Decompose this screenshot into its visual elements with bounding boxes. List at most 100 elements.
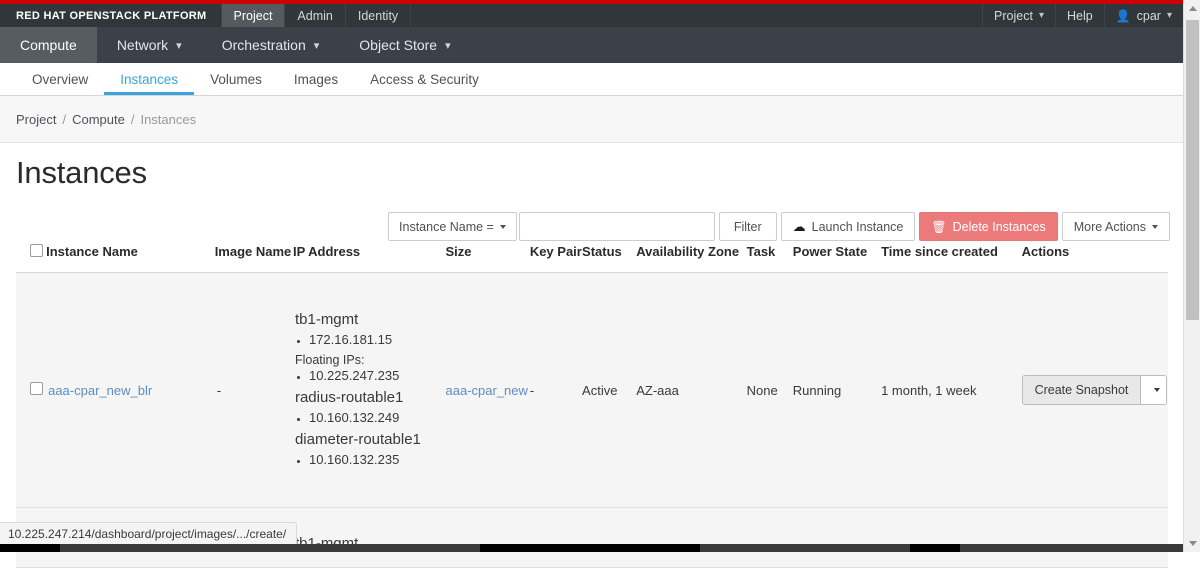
taskbar-segment bbox=[60, 544, 480, 552]
row-action-split-button: Create Snapshot bbox=[1022, 375, 1168, 405]
filter-button[interactable]: Filter bbox=[719, 212, 777, 241]
key-pair-value: - bbox=[530, 383, 534, 398]
breadcrumb: Project / Compute / Instances bbox=[0, 96, 1183, 143]
header-time-since-created[interactable]: Time since created bbox=[881, 244, 1022, 273]
time-since-created-value: 1 month, 1 week bbox=[881, 383, 976, 398]
table-row: aaa-cpar_new_blr - tb1-mgmt 172.16.181.1… bbox=[16, 273, 1168, 508]
cell-status bbox=[582, 508, 636, 568]
ip-list: 10.160.132.249 bbox=[293, 410, 446, 425]
scroll-down-button[interactable] bbox=[1184, 535, 1200, 552]
header-instance-name[interactable]: Instance Name bbox=[46, 244, 215, 273]
table-header: Instance Name Image Name IP Address Size… bbox=[16, 244, 1168, 273]
header-image-name[interactable]: Image Name bbox=[215, 244, 293, 273]
topnav-item-identity[interactable]: Identity bbox=[345, 4, 410, 27]
instances-table: Instance Name Image Name IP Address Size… bbox=[16, 244, 1168, 568]
tab-images[interactable]: Images bbox=[278, 63, 354, 95]
status-bar-url: 10.225.247.214/dashboard/project/images/… bbox=[8, 527, 286, 541]
header-actions: Actions bbox=[1022, 244, 1168, 273]
power-state-value: Running bbox=[793, 383, 841, 398]
select-all-checkbox[interactable] bbox=[30, 244, 43, 257]
search-input[interactable] bbox=[519, 212, 715, 241]
header-availability-zone[interactable]: Availability Zone bbox=[636, 244, 746, 273]
launch-instance-label: Launch Instance bbox=[812, 220, 904, 234]
breadcrumb-item-compute[interactable]: Compute bbox=[72, 112, 125, 127]
page-title: Instances bbox=[16, 155, 147, 191]
trash-icon: 🗑 bbox=[931, 220, 946, 234]
cell-status: Active bbox=[582, 273, 636, 508]
topnav-spacer bbox=[410, 4, 982, 27]
topnav-item-admin-label: Admin bbox=[297, 9, 332, 23]
network-name: radius-routable1 bbox=[293, 387, 446, 410]
tab-instances[interactable]: Instances bbox=[104, 63, 194, 95]
header-status[interactable]: Status bbox=[582, 244, 636, 273]
breadcrumb-separator: / bbox=[131, 112, 135, 127]
project-switcher[interactable]: Project ▾ bbox=[982, 4, 1055, 27]
user-menu[interactable]: 👤 cpar ▾ bbox=[1104, 4, 1183, 27]
cell-task: None bbox=[747, 273, 793, 508]
filter-field-select[interactable]: Instance Name = bbox=[388, 212, 517, 241]
header-power-state[interactable]: Power State bbox=[793, 244, 881, 273]
topnav-item-project-label: Project bbox=[234, 9, 273, 23]
cell-ip-address: tb1-mgmt bbox=[293, 508, 446, 568]
tab-overview[interactable]: Overview bbox=[16, 63, 104, 95]
header-task[interactable]: Task bbox=[747, 244, 793, 273]
topnav-item-project[interactable]: Project bbox=[221, 4, 285, 27]
select-all-header bbox=[16, 244, 46, 273]
image-name-value: - bbox=[215, 383, 221, 398]
top-navbar: RED HAT OPENSTACK PLATFORM Project Admin… bbox=[0, 4, 1183, 27]
ip-address-block: tb1-mgmt 172.16.181.15 Floating IPs: 10.… bbox=[293, 295, 446, 486]
status-bar: 10.225.247.214/dashboard/project/images/… bbox=[0, 522, 297, 544]
nav-item-orchestration[interactable]: Orchestration ▾ bbox=[202, 27, 340, 63]
more-actions-label: More Actions bbox=[1074, 220, 1146, 234]
scrollbar-thumb[interactable] bbox=[1186, 20, 1199, 320]
delete-instances-button[interactable]: 🗑 Delete Instances bbox=[919, 212, 1057, 241]
ip-list: 172.16.181.15 bbox=[293, 332, 446, 347]
vertical-scrollbar[interactable] bbox=[1183, 0, 1200, 552]
row-select-cell bbox=[16, 273, 46, 508]
taskbar-segment bbox=[700, 544, 910, 552]
scroll-up-button[interactable] bbox=[1184, 0, 1200, 17]
flavor-link[interactable]: aaa-cpar_new bbox=[446, 383, 528, 398]
cell-instance-name: aaa-cpar_new_blr bbox=[46, 273, 215, 508]
launch-instance-button[interactable]: ☁ Launch Instance bbox=[781, 212, 916, 241]
ip-item: 10.160.132.235 bbox=[309, 452, 446, 467]
header-ip-address[interactable]: IP Address bbox=[293, 244, 446, 273]
cell-power-state: Running bbox=[793, 273, 881, 508]
tab-volumes[interactable]: Volumes bbox=[194, 63, 278, 95]
cell-power-state bbox=[793, 508, 881, 568]
floating-ip-list: 10.225.247.235 bbox=[293, 368, 446, 383]
row-actions-dropdown-toggle[interactable] bbox=[1140, 376, 1166, 404]
task-value: None bbox=[747, 383, 778, 398]
nav-item-orchestration-label: Orchestration bbox=[222, 37, 306, 53]
network-name: diameter-routable1 bbox=[293, 429, 446, 452]
topnav-item-admin[interactable]: Admin bbox=[284, 4, 344, 27]
tab-access-security-label: Access & Security bbox=[370, 72, 479, 87]
tab-access-security[interactable]: Access & Security bbox=[354, 63, 495, 95]
filter-field-select-label: Instance Name = bbox=[399, 220, 494, 234]
tab-images-label: Images bbox=[294, 72, 338, 87]
row-checkbox[interactable] bbox=[30, 382, 43, 395]
nav-item-network-label: Network bbox=[117, 37, 168, 53]
floating-ips-label: Floating IPs: bbox=[293, 351, 446, 369]
tab-overview-label: Overview bbox=[32, 72, 88, 87]
nav-item-object-store[interactable]: Object Store ▾ bbox=[339, 27, 470, 63]
project-switcher-label: Project bbox=[994, 9, 1033, 23]
delete-instances-label: Delete Instances bbox=[953, 220, 1046, 234]
nav-item-compute[interactable]: Compute bbox=[0, 27, 97, 63]
header-size[interactable]: Size bbox=[446, 244, 530, 273]
cell-time-since-created: 1 month, 1 week bbox=[881, 273, 1022, 508]
filter-button-label: Filter bbox=[734, 220, 762, 234]
more-actions-button[interactable]: More Actions bbox=[1062, 212, 1170, 241]
instance-name-link[interactable]: aaa-cpar_new_blr bbox=[46, 383, 152, 398]
breadcrumb-item-project[interactable]: Project bbox=[16, 112, 56, 127]
cell-key-pair bbox=[530, 508, 582, 568]
header-key-pair[interactable]: Key Pair bbox=[530, 244, 582, 273]
nav-item-network[interactable]: Network ▾ bbox=[97, 27, 202, 63]
table-toolbar: Instance Name = Filter ☁ Launch Instance… bbox=[388, 212, 1170, 241]
caret-down-icon bbox=[500, 225, 506, 229]
help-link[interactable]: Help bbox=[1055, 4, 1104, 27]
create-snapshot-button[interactable]: Create Snapshot bbox=[1023, 376, 1141, 404]
instances-table-container: Instance Name Image Name IP Address Size… bbox=[16, 244, 1168, 568]
cloud-upload-icon: ☁ bbox=[793, 219, 806, 235]
breadcrumb-separator: / bbox=[62, 112, 66, 127]
